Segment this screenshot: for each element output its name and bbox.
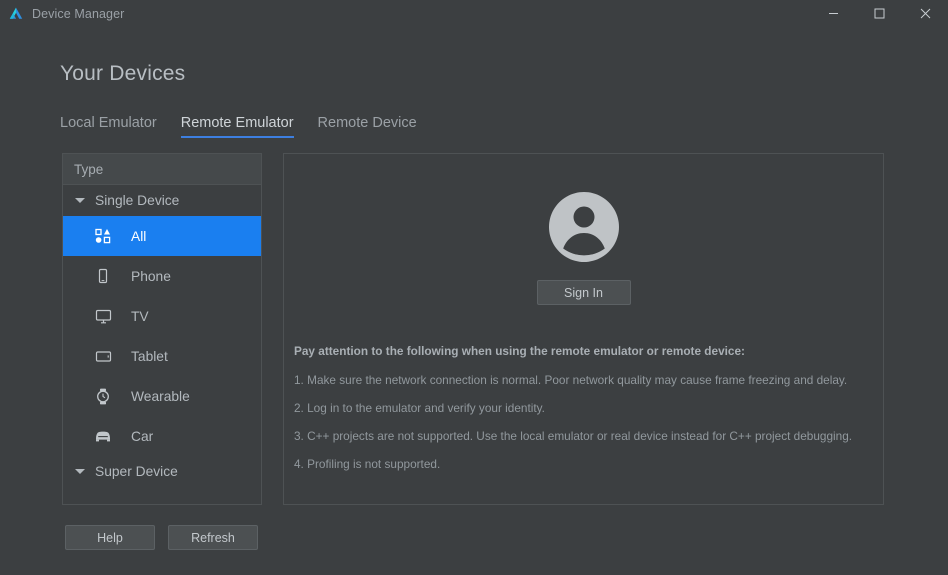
list-header-type: Type [63,154,261,185]
shapes-grid-icon [93,226,113,246]
sidebar-item-tablet-label: Tablet [131,348,168,364]
notice-item: 3. C++ projects are not supported. Use t… [294,429,853,443]
watch-icon [93,386,113,406]
remote-emulator-panel: Sign In Pay attention to the following w… [283,153,884,505]
notice-item: 2. Log in to the emulator and verify you… [294,401,545,415]
maximize-icon[interactable] [856,0,902,27]
notice-block: Pay attention to the following when usin… [294,344,873,485]
minimize-icon[interactable] [810,0,856,27]
signin-area: Sign In [284,192,883,305]
tv-icon [93,306,113,326]
sidebar-item-all-label: All [131,228,147,244]
sidebar-item-car[interactable]: Car [63,416,261,456]
tab-local-emulator[interactable]: Local Emulator [60,115,157,138]
car-icon [93,426,113,446]
deveco-logo-icon [9,7,23,19]
help-button[interactable]: Help [65,525,155,550]
notice-title: Pay attention to the following when usin… [294,344,745,358]
group-single-device-label: Single Device [95,193,180,208]
sidebar-item-tablet[interactable]: Tablet [63,336,261,376]
window-controls [810,0,948,27]
close-icon[interactable] [902,0,948,27]
group-super-device[interactable]: Super Device [63,456,261,487]
list-header-label: Type [74,161,104,177]
sidebar-item-all[interactable]: All [63,216,261,256]
window-title: Device Manager [32,6,125,21]
title-bar: Device Manager [0,0,948,27]
tablet-icon [93,346,113,366]
notice-item: 4. Profiling is not supported. [294,457,441,471]
sidebar-item-tv[interactable]: TV [63,296,261,336]
footer-button-bar: Help Refresh [65,525,258,550]
tab-remote-emulator[interactable]: Remote Emulator [180,115,294,138]
tab-remote-device[interactable]: Remote Device [318,115,417,138]
notice-item: 1. Make sure the network connection is n… [294,373,848,387]
sidebar-item-wearable-label: Wearable [131,388,190,404]
page-title: Your Devices [60,62,186,85]
sidebar-item-phone[interactable]: Phone [63,256,261,296]
chevron-down-icon [75,469,85,474]
sidebar-item-car-label: Car [131,428,154,444]
chevron-down-icon [75,198,85,203]
sidebar-item-tv-label: TV [131,308,149,324]
user-avatar-icon [548,192,619,262]
sidebar-item-wearable[interactable]: Wearable [63,376,261,416]
tab-bar: Local Emulator Remote Emulator Remote De… [60,115,417,138]
refresh-button[interactable]: Refresh [168,525,258,550]
phone-icon [93,266,113,286]
group-single-device[interactable]: Single Device [63,185,261,216]
group-super-device-label: Super Device [95,464,178,479]
sign-in-button[interactable]: Sign In [536,280,631,305]
device-type-list: Type Single Device All Phone TV Tablet W… [62,153,262,505]
sidebar-item-phone-label: Phone [131,268,171,284]
